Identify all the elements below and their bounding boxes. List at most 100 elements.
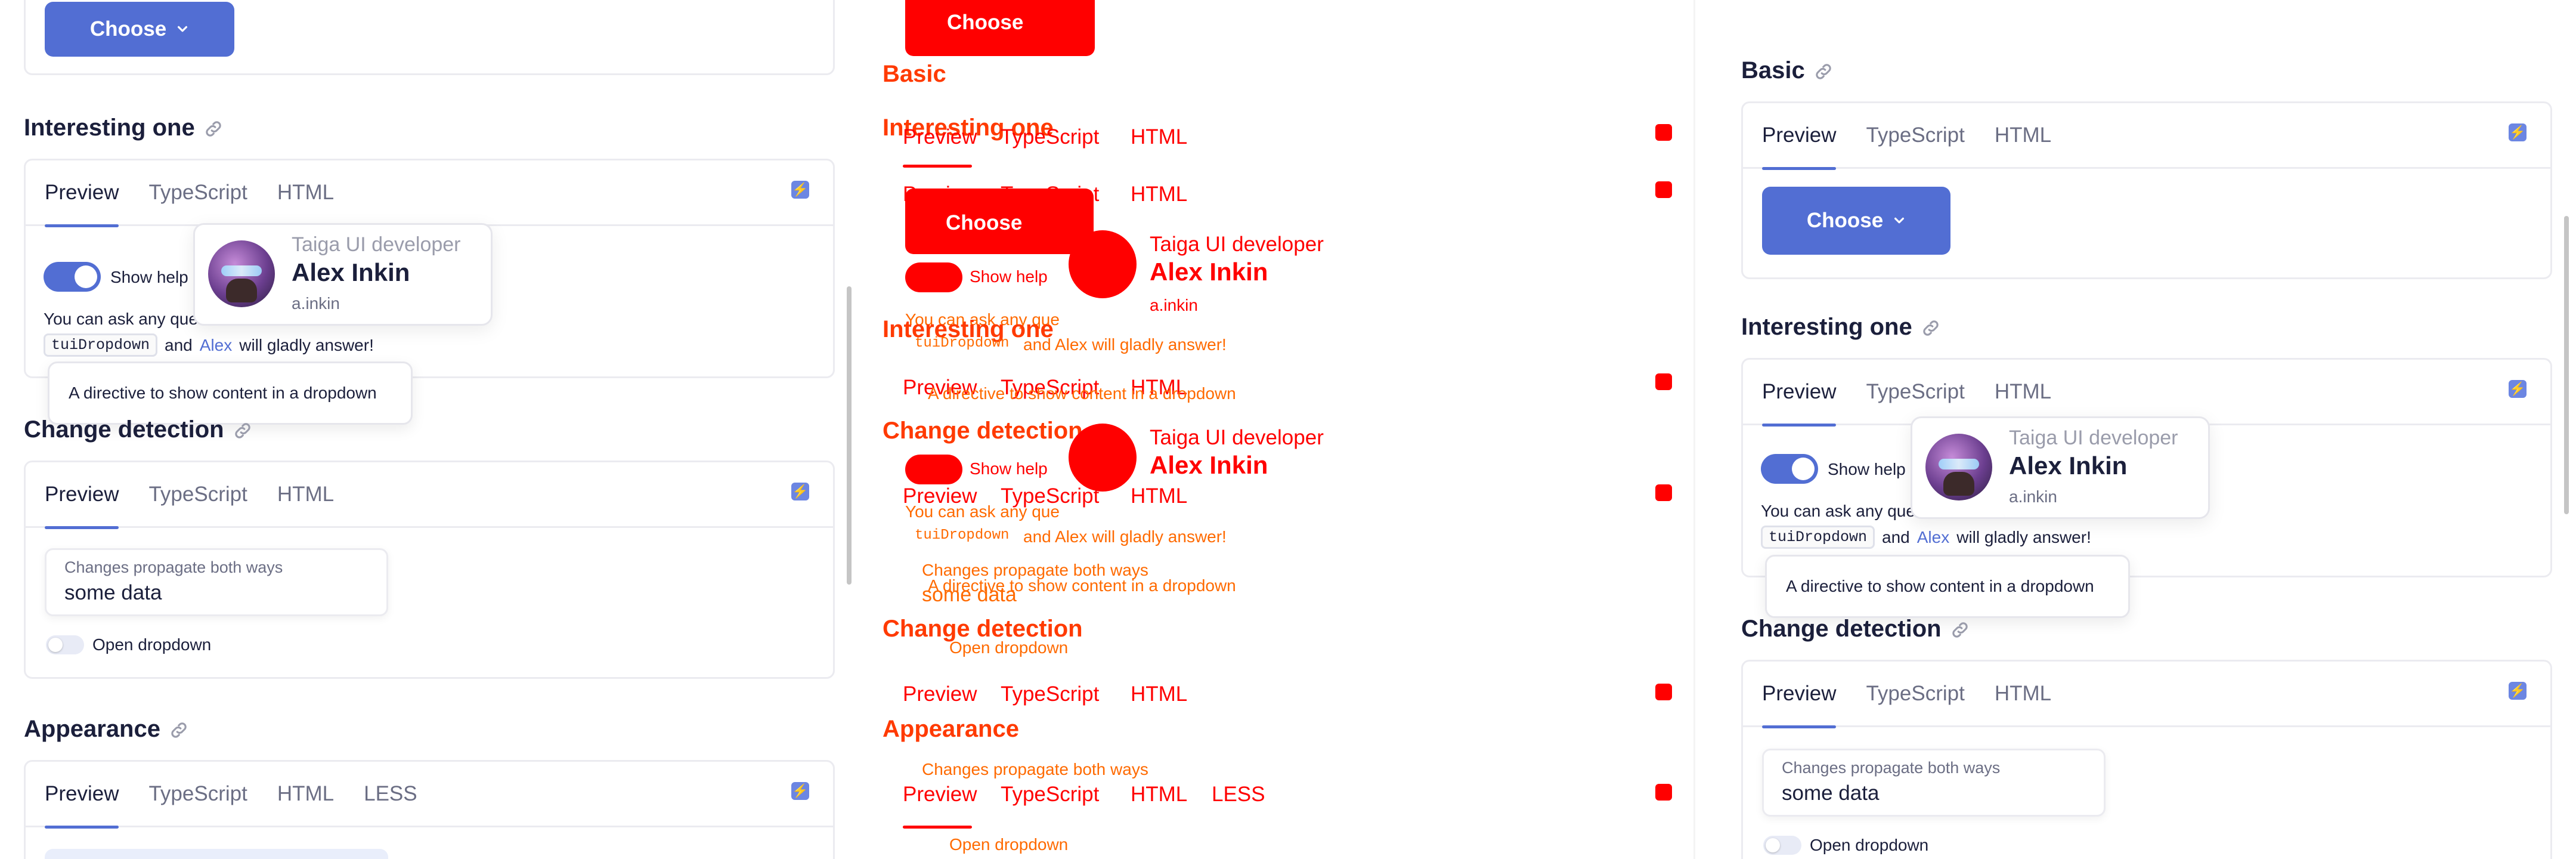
diff-tab-preview: Preview bbox=[903, 125, 977, 149]
tab-html[interactable]: HTML bbox=[277, 761, 334, 827]
diff-popover-name-2: Alex Inkin bbox=[1150, 451, 1268, 479]
tab-html[interactable]: HTML bbox=[1995, 103, 2051, 168]
scrollbar[interactable] bbox=[847, 286, 852, 585]
code-snippet: tuiDropdown bbox=[44, 333, 158, 357]
section-title-change-detection: Change detection bbox=[1741, 616, 1970, 642]
link-icon[interactable] bbox=[169, 719, 189, 740]
page-scroll-area[interactable]: Basic Preview TypeScript HTML ⚡ Choose I… bbox=[1717, 0, 2576, 859]
avatar bbox=[208, 240, 275, 307]
basic-card: Choose bbox=[24, 0, 835, 75]
open-dropdown-toggle[interactable] bbox=[1763, 836, 1801, 855]
link-icon[interactable] bbox=[1813, 61, 1834, 81]
diff-tab-html: HTML bbox=[1131, 783, 1188, 806]
section-title-change-detection: Change detection bbox=[24, 416, 253, 443]
tab-bar: Preview TypeScript HTML ⚡ bbox=[26, 160, 833, 227]
scrollbar[interactable] bbox=[2564, 216, 2569, 514]
section-title-interesting: Interesting one bbox=[24, 115, 224, 141]
choose-button[interactable]: Choose bbox=[45, 2, 234, 57]
tab-html[interactable]: HTML bbox=[1995, 359, 2051, 425]
diff-choose-label: Choose bbox=[947, 11, 1024, 34]
diff-choose-label: Choose bbox=[946, 211, 1023, 234]
section-title-text: Change detection bbox=[24, 416, 224, 443]
tab-typescript[interactable]: TypeScript bbox=[1866, 661, 1964, 727]
hint-tooltip: A directive to show content in a dropdow… bbox=[48, 361, 413, 425]
diff-popover-name: Alex Inkin bbox=[1150, 258, 1268, 286]
data-input[interactable]: Changes propagate both ways some data bbox=[45, 548, 388, 616]
show-help-toggle[interactable] bbox=[44, 262, 101, 292]
diff-answer-2: and Alex will gladly answer! bbox=[1023, 527, 1227, 546]
tab-preview[interactable]: Preview bbox=[1762, 103, 1837, 170]
page-scroll-area[interactable]: Choose Interesting one Preview TypeScrip… bbox=[0, 0, 859, 859]
popover-role: Taiga UI developer bbox=[2009, 427, 2178, 449]
choose-button[interactable]: Choose bbox=[1762, 187, 1950, 255]
tab-html[interactable]: HTML bbox=[277, 160, 334, 225]
show-help-label: Show help bbox=[1828, 460, 1906, 478]
stackblitz-icon[interactable]: ⚡ bbox=[791, 181, 809, 199]
answer-text: will gladly answer! bbox=[1956, 527, 2091, 546]
stackblitz-icon[interactable]: ⚡ bbox=[2509, 123, 2527, 141]
stackblitz-icon[interactable]: ⚡ bbox=[2509, 380, 2527, 398]
diff-toggle-2 bbox=[905, 455, 962, 484]
diff-tab-html: HTML bbox=[1131, 484, 1188, 508]
ask-line: tuiDropdown and Alex will gladly answer! bbox=[44, 333, 374, 357]
stackblitz-icon[interactable]: ⚡ bbox=[791, 782, 809, 800]
open-dropdown-toggle[interactable] bbox=[46, 635, 84, 654]
diff-tab-typescript: TypeScript bbox=[1001, 125, 1100, 149]
tab-typescript[interactable]: TypeScript bbox=[148, 160, 247, 225]
tab-preview[interactable]: Preview bbox=[45, 462, 119, 529]
avatar bbox=[1925, 434, 1992, 500]
diff-popover-handle: a.inkin bbox=[1150, 296, 1198, 314]
tab-less[interactable]: LESS bbox=[364, 761, 417, 827]
chevron-down-icon bbox=[1894, 217, 1905, 224]
diff-answer: and Alex will gladly answer! bbox=[1023, 335, 1227, 354]
alex-link[interactable]: Alex bbox=[200, 336, 232, 355]
section-title-text: Appearance bbox=[24, 716, 160, 742]
diff-tab-less: LESS bbox=[1212, 783, 1265, 806]
ask-line: tuiDropdown and Alex will gladly answer! bbox=[1761, 526, 2091, 549]
tab-preview[interactable]: Preview bbox=[45, 761, 119, 829]
code-snippet: tuiDropdown bbox=[1761, 526, 1875, 549]
alex-link[interactable]: Alex bbox=[1917, 528, 1949, 547]
open-dropdown-label: Open dropdown bbox=[1810, 836, 1929, 854]
diff-bolt bbox=[1655, 484, 1672, 501]
link-icon[interactable] bbox=[203, 118, 224, 138]
link-icon[interactable] bbox=[1950, 619, 1970, 639]
choose-label: Choose bbox=[89, 17, 167, 41]
section-title-text: Interesting one bbox=[1741, 314, 1912, 340]
diff-bolt bbox=[1655, 784, 1672, 801]
section-title-basic: Basic bbox=[1741, 57, 1834, 84]
user-popover: Taiga UI developer Alex Inkin a.inkin bbox=[193, 223, 493, 326]
section-title-appearance: Appearance bbox=[24, 716, 189, 743]
tab-preview[interactable]: Preview bbox=[1762, 661, 1837, 728]
tab-bar: Preview TypeScript HTML ⚡ bbox=[1743, 103, 2550, 170]
tab-typescript[interactable]: TypeScript bbox=[148, 462, 247, 527]
ask-text: You can ask any ques bbox=[44, 310, 206, 328]
user-popover: Taiga UI developer Alex Inkin a.inkin bbox=[1911, 416, 2210, 519]
popover-handle: a.inkin bbox=[2009, 487, 2057, 506]
tab-html[interactable]: HTML bbox=[277, 462, 334, 527]
tab-bar: Preview TypeScript HTML LESS ⚡ bbox=[26, 761, 833, 829]
link-icon[interactable] bbox=[1921, 317, 1941, 338]
stackblitz-icon[interactable]: ⚡ bbox=[791, 483, 809, 500]
tab-html[interactable]: HTML bbox=[1995, 661, 2051, 727]
show-help-toggle[interactable] bbox=[1761, 454, 1818, 484]
right-panel: Basic Preview TypeScript HTML ⚡ Choose I… bbox=[1717, 0, 2576, 859]
diff-show-help-2: Show help bbox=[970, 459, 1048, 478]
tab-typescript[interactable]: TypeScript bbox=[148, 761, 247, 827]
diff-avatar bbox=[1069, 230, 1137, 298]
input-value: some data bbox=[64, 581, 162, 604]
tab-bar: Preview TypeScript HTML ⚡ bbox=[26, 462, 833, 529]
diff-bolt bbox=[1655, 124, 1672, 141]
data-input[interactable]: Changes propagate both ways some data bbox=[1762, 749, 2106, 817]
tab-preview[interactable]: Preview bbox=[1762, 359, 1837, 427]
stackblitz-icon[interactable]: ⚡ bbox=[2509, 682, 2527, 700]
answer-text: will gladly answer! bbox=[239, 335, 374, 354]
input-label: Changes propagate both ways bbox=[64, 558, 283, 576]
tab-preview[interactable]: Preview bbox=[45, 160, 119, 227]
link-icon[interactable] bbox=[233, 420, 253, 440]
appearance-preview bbox=[45, 849, 388, 859]
tab-typescript[interactable]: TypeScript bbox=[1866, 103, 1964, 168]
divider bbox=[1693, 0, 1695, 859]
tab-typescript[interactable]: TypeScript bbox=[1866, 359, 1964, 425]
section-title-text: Interesting one bbox=[24, 115, 195, 141]
